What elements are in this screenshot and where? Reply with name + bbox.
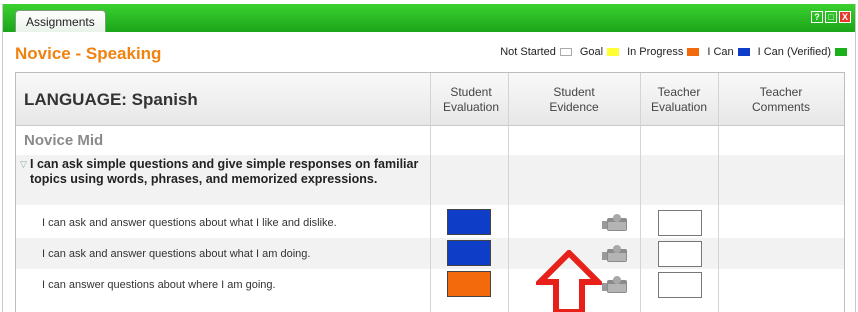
row-label: I can ask and answer questions about wha… [42,217,337,229]
student-evaluation-box[interactable] [447,209,491,235]
legend-label: I Can [707,46,734,58]
student-evaluation-box[interactable] [447,240,491,266]
page-title: Novice - Speaking [15,44,162,63]
legend-swatch [687,48,700,56]
col-teacher-evaluation: Teacher Evaluation [650,85,708,114]
red-up-arrow-icon [536,250,602,312]
legend-label: In Progress [627,46,684,58]
collapse-triangle-icon[interactable]: ▽ [20,159,27,170]
camera-icon[interactable] [602,276,632,294]
legend-i-can: I Can [707,46,750,58]
window-controls: ? □ X [811,11,851,23]
column-divider [508,73,509,312]
student-evaluation-box[interactable] [447,271,491,297]
col-student-evaluation: Student Evaluation [442,85,500,114]
column-divider [718,73,719,312]
tab-assignments[interactable]: Assignments [15,10,106,33]
legend-swatch [737,48,750,56]
legend-swatch [607,48,620,56]
teacher-evaluation-box[interactable] [658,210,702,236]
legend-label: I Can (Verified) [757,46,831,58]
col-teacher-comments: Teacher Comments [751,85,810,114]
camera-icon[interactable] [602,245,632,263]
legend-swatch [835,48,847,56]
column-divider [430,73,431,312]
assessment-table: LANGUAGE: Spanish Student Evaluation Stu… [15,72,845,312]
camera-icon[interactable] [602,214,632,232]
legend-swatch [559,48,572,56]
title-bar: Assignments ? □ X [3,4,855,33]
legend-in-progress: In Progress [627,46,700,58]
teacher-evaluation-box[interactable] [658,272,702,298]
legend-label: Goal [579,46,604,58]
col-student-evidence: Student Evidence [549,85,599,114]
legend-goal: Goal [579,46,620,58]
goal-statement: I can ask simple questions and give simp… [30,157,419,186]
legend-not-started: Not Started [500,46,572,58]
row-label: I can answer questions about where I am … [42,279,276,291]
close-button[interactable]: X [839,11,851,23]
assignments-window: Assignments ? □ X Novice - Speaking Not … [2,4,856,312]
maximize-button[interactable]: □ [825,11,837,23]
language-title: LANGUAGE: Spanish [24,90,198,109]
legend-i-can-verified: I Can (Verified) [758,46,847,58]
row-label: I can ask and answer questions about wha… [42,248,311,260]
help-button[interactable]: ? [811,11,823,23]
section-title: Novice Mid [24,132,104,149]
teacher-evaluation-box[interactable] [658,241,702,267]
legend-label: Not Started [500,46,556,58]
page-header: Novice - Speaking Not Started Goal In Pr… [3,32,855,70]
status-legend: Not Started Goal In Progress I Can I Can… [492,46,847,58]
column-divider [640,73,641,312]
